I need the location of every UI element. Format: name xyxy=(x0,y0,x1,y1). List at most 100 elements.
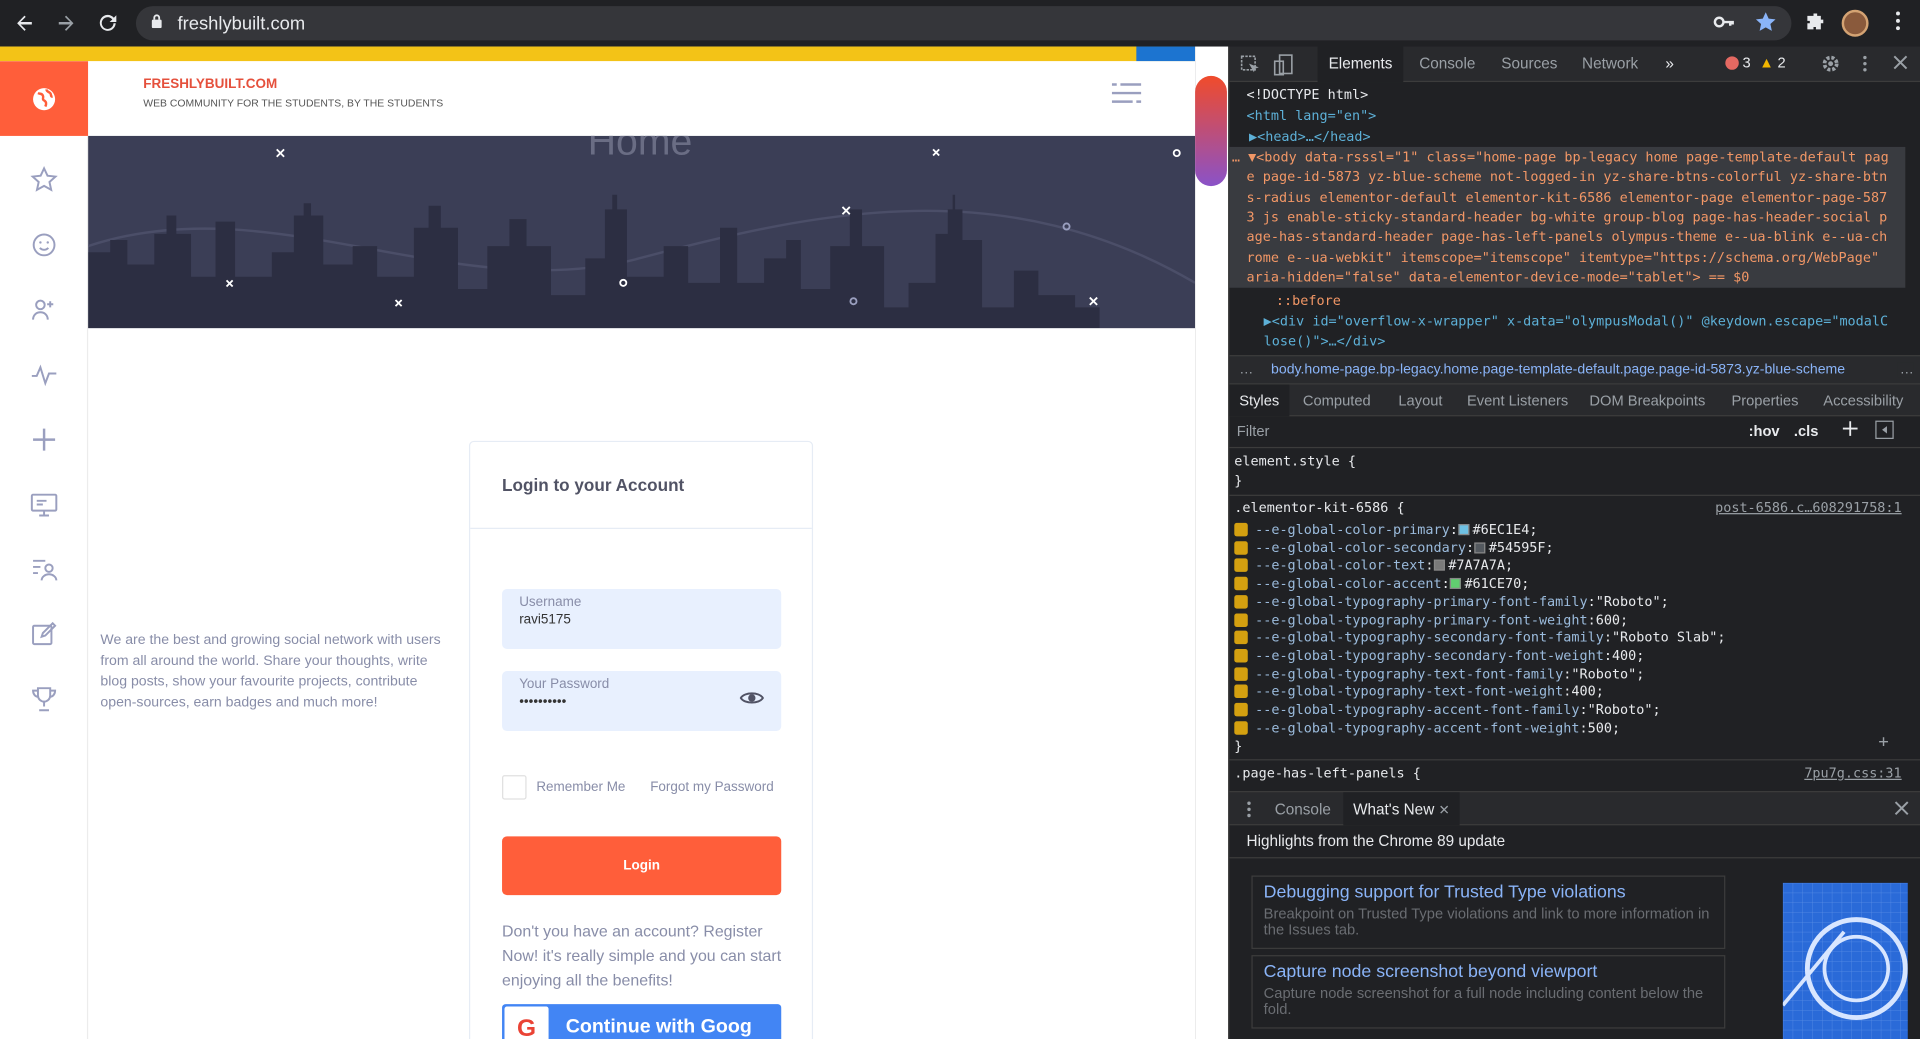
property-value[interactable]: 400 xyxy=(1571,684,1595,700)
floating-scroll-bubble[interactable] xyxy=(1195,75,1227,187)
device-toolbar-icon[interactable] xyxy=(1273,54,1293,80)
whats-new-item[interactable]: Debugging support for Trusted Type viola… xyxy=(1251,875,1726,949)
google-signin-button[interactable]: G Continue with Goog xyxy=(502,1004,782,1039)
property-name[interactable]: --e-global-color-text xyxy=(1255,558,1425,574)
new-style-rule-icon[interactable] xyxy=(1842,420,1859,441)
key-icon[interactable] xyxy=(1713,11,1735,39)
back-icon[interactable] xyxy=(10,9,39,38)
subtab-styles[interactable]: Styles xyxy=(1229,384,1290,417)
property-value[interactable]: 600 xyxy=(1596,612,1620,628)
css-property-row[interactable]: --e-global-typography-accent-font-family… xyxy=(1234,702,1661,718)
css-property-row[interactable]: --e-global-typography-text-font-family: … xyxy=(1234,666,1644,682)
css-property-row[interactable]: --e-global-typography-primary-font-famil… xyxy=(1234,594,1669,610)
css-property-row[interactable]: --e-global-color-accent: #61CE70; xyxy=(1234,576,1529,592)
property-value[interactable]: 500 xyxy=(1588,720,1612,736)
chrome-menu-icon[interactable] xyxy=(1896,11,1901,37)
subtab-properties[interactable]: Properties xyxy=(1731,392,1798,409)
close-drawer-icon[interactable] xyxy=(1894,801,1909,819)
property-checkbox[interactable] xyxy=(1234,630,1248,645)
property-value[interactable]: "Roboto" xyxy=(1588,702,1653,718)
friends-icon[interactable] xyxy=(28,294,60,326)
drawer-tab-whats-new[interactable]: What's New ✕ xyxy=(1343,792,1460,826)
property-name[interactable]: --e-global-color-primary xyxy=(1255,522,1450,538)
members-list-icon[interactable] xyxy=(28,553,60,585)
property-name[interactable]: --e-global-typography-text-font-family xyxy=(1255,666,1563,682)
property-name[interactable]: --e-global-color-accent xyxy=(1255,576,1442,592)
activity-icon[interactable] xyxy=(28,359,60,391)
color-swatch[interactable] xyxy=(1449,578,1461,590)
property-name[interactable]: --e-global-typography-accent-font-family xyxy=(1255,702,1579,718)
code-line[interactable]: 3 js enable-sticky-standard-header bg-wh… xyxy=(1247,208,1888,228)
tab-console[interactable]: Console xyxy=(1419,55,1475,72)
drawer-menu-icon[interactable] xyxy=(1247,801,1252,822)
login-button[interactable]: Login xyxy=(502,836,782,896)
tab-elements[interactable]: Elements xyxy=(1317,46,1404,83)
property-checkbox[interactable] xyxy=(1234,666,1248,681)
cls-toggle[interactable]: .cls xyxy=(1794,422,1819,439)
devtools-menu-icon[interactable] xyxy=(1862,55,1867,76)
css-property-row[interactable]: --e-global-color-text: #7A7A7A; xyxy=(1234,558,1513,574)
star-icon[interactable] xyxy=(28,164,60,196)
next-rule-selector[interactable]: .page-has-left-panels { xyxy=(1234,765,1421,781)
more-tabs-icon[interactable]: » xyxy=(1665,55,1674,72)
property-value[interactable]: #54595F xyxy=(1489,540,1546,556)
extensions-icon[interactable] xyxy=(1805,11,1827,39)
code-line[interactable]: … ▼<body data-rsssl="1" class="home-page… xyxy=(1232,148,1889,168)
property-checkbox[interactable] xyxy=(1234,648,1248,663)
subtab-accessibility[interactable]: Accessibility xyxy=(1823,392,1903,409)
reload-icon[interactable] xyxy=(93,9,122,38)
property-value[interactable]: 400 xyxy=(1612,648,1636,664)
property-value[interactable]: #6EC1E4 xyxy=(1473,522,1530,538)
property-value[interactable]: #7A7A7A xyxy=(1448,558,1505,574)
whats-new-item[interactable]: Capture node screenshot beyond viewport … xyxy=(1251,955,1726,1029)
property-checkbox[interactable] xyxy=(1234,594,1248,609)
site-brand[interactable]: FRESHLYBUILT.COM xyxy=(143,77,277,92)
property-checkbox[interactable] xyxy=(1234,612,1248,627)
code-line[interactable]: <!DOCTYPE html> xyxy=(1247,86,1369,106)
eye-icon[interactable] xyxy=(739,689,765,712)
property-checkbox[interactable] xyxy=(1234,720,1248,735)
breadcrumb-overflow-left[interactable]: … xyxy=(1239,362,1253,377)
property-checkbox[interactable] xyxy=(1234,558,1248,573)
css-property-row[interactable]: --e-global-typography-secondary-font-fam… xyxy=(1234,630,1725,646)
code-line[interactable]: ::before xyxy=(1276,291,1341,311)
property-name[interactable]: --e-global-color-secondary xyxy=(1255,540,1466,556)
username-field[interactable]: Username ravi5175 xyxy=(502,588,782,649)
subtab-dom-breakpoints[interactable]: DOM Breakpoints xyxy=(1589,392,1705,409)
tab-network[interactable]: Network xyxy=(1582,55,1638,72)
hamburger-menu-icon[interactable] xyxy=(1111,82,1142,110)
code-line[interactable]: aria-hidden="false" data-elementor-devic… xyxy=(1247,268,1750,288)
css-property-row[interactable]: --e-global-typography-text-font-weight: … xyxy=(1234,684,1604,700)
plus-icon[interactable] xyxy=(28,424,60,456)
add-property-icon[interactable]: + xyxy=(1878,732,1888,752)
profile-avatar[interactable] xyxy=(1841,9,1869,37)
property-value[interactable]: "Roboto" xyxy=(1571,666,1636,682)
code-line[interactable]: ▶<head>…</head> xyxy=(1249,127,1371,147)
property-name[interactable]: --e-global-typography-primary-font-famil… xyxy=(1255,594,1587,610)
property-checkbox[interactable] xyxy=(1234,540,1248,555)
property-name[interactable]: --e-global-typography-secondary-font-fam… xyxy=(1255,630,1604,646)
css-property-row[interactable]: --e-global-color-secondary: #54595F; xyxy=(1234,540,1554,556)
trophy-icon[interactable] xyxy=(28,683,60,715)
remember-me[interactable]: Remember Me xyxy=(502,775,625,800)
color-swatch[interactable] xyxy=(1457,524,1469,536)
property-name[interactable]: --e-global-typography-accent-font-weight xyxy=(1255,720,1579,736)
close-tab-icon[interactable]: ✕ xyxy=(1439,803,1450,818)
styles-filter-input[interactable]: Filter :hov .cls xyxy=(1229,416,1920,449)
css-property-row[interactable]: --e-global-typography-accent-font-weight… xyxy=(1234,720,1620,736)
edit-icon[interactable] xyxy=(28,618,60,650)
rule-selector[interactable]: .elementor-kit-6586 { xyxy=(1234,500,1404,516)
forward-icon[interactable] xyxy=(51,9,80,38)
code-line[interactable]: rome e--ua-webkit" itemscope="itemscope"… xyxy=(1247,249,1880,269)
next-rule-source-link[interactable]: 7pu7g.css:31 xyxy=(1804,765,1901,781)
code-line[interactable]: age-has-standard-header page-has-left-pa… xyxy=(1247,228,1888,248)
subtab-event-listeners[interactable]: Event Listeners xyxy=(1467,392,1568,409)
smiley-icon[interactable] xyxy=(28,229,60,261)
breadcrumb-path[interactable]: body.home-page.bp-legacy.home.page-templ… xyxy=(1271,362,1845,377)
password-field[interactable]: Your Password •••••••••• xyxy=(502,671,782,732)
property-name[interactable]: --e-global-typography-secondary-font-wei… xyxy=(1255,648,1604,664)
css-property-row[interactable]: --e-global-typography-secondary-font-wei… xyxy=(1234,648,1644,664)
property-name[interactable]: --e-global-typography-primary-font-weigh… xyxy=(1255,612,1587,628)
breadcrumb-overflow-right[interactable]: … xyxy=(1897,362,1914,378)
subtab-computed[interactable]: Computed xyxy=(1303,392,1371,409)
